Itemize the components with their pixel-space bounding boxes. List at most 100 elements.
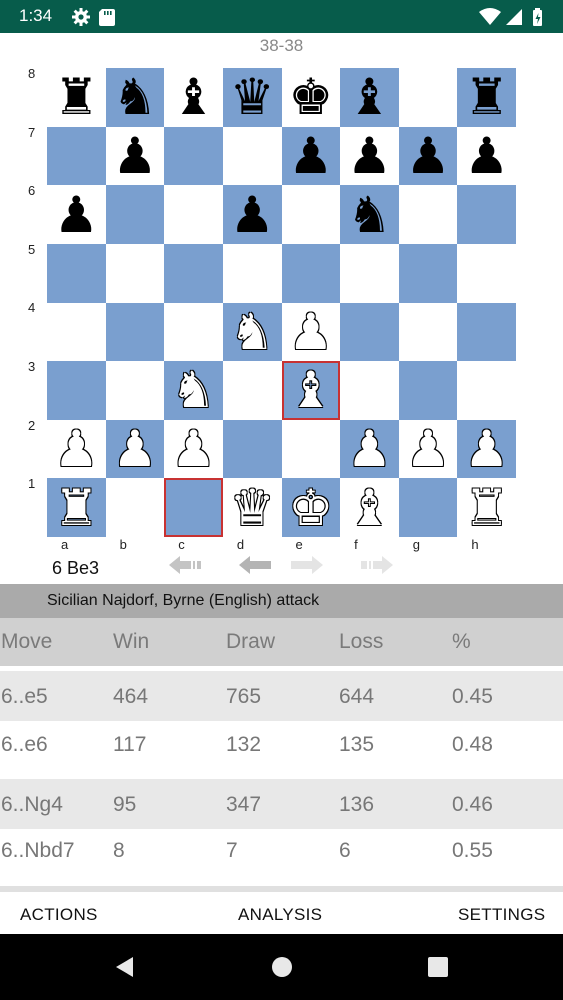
square-f2[interactable]: ♟ [340, 419, 399, 479]
white-queen-icon[interactable]: ♛ [230, 483, 275, 533]
table-row[interactable]: 6..Ng4 95 347 136 0.46 [0, 779, 563, 829]
black-bishop-icon[interactable]: ♝ [171, 72, 216, 122]
square-b1[interactable] [105, 478, 165, 537]
square-c3[interactable]: ♞ [164, 361, 223, 420]
square-e7[interactable]: ♟ [281, 126, 341, 186]
square-b2[interactable]: ♟ [105, 419, 165, 479]
black-pawn-icon[interactable]: ♟ [230, 190, 275, 240]
square-c8[interactable]: ♝ [164, 68, 223, 127]
black-pawn-icon[interactable]: ♟ [347, 131, 392, 181]
square-b6[interactable] [105, 185, 165, 244]
black-pawn-icon[interactable]: ♟ [406, 131, 451, 181]
square-a6[interactable]: ♟ [47, 185, 106, 244]
square-g3[interactable] [398, 361, 458, 420]
square-h1[interactable]: ♜ [457, 478, 516, 537]
square-d4[interactable]: ♞ [222, 302, 282, 362]
black-knight-icon[interactable]: ♞ [347, 190, 392, 240]
square-g1[interactable] [398, 478, 458, 537]
black-king-icon[interactable]: ♚ [288, 72, 333, 122]
square-a1[interactable]: ♜ [47, 478, 106, 537]
black-pawn-icon[interactable]: ♟ [113, 131, 158, 181]
square-d7[interactable] [222, 126, 282, 186]
next-move-button[interactable] [288, 552, 326, 578]
square-e6[interactable] [281, 185, 341, 244]
square-f1[interactable]: ♝ [340, 478, 399, 537]
square-e1[interactable]: ♚ [281, 478, 341, 537]
square-d5[interactable] [222, 243, 282, 303]
square-f8[interactable]: ♝ [340, 68, 399, 127]
square-h6[interactable] [457, 185, 516, 244]
analysis-button[interactable]: ANALYSIS [238, 905, 322, 925]
square-c5[interactable] [164, 243, 223, 303]
square-a4[interactable] [47, 302, 106, 362]
table-row[interactable]: 6..e5 464 765 644 0.45 [0, 671, 563, 721]
square-b5[interactable] [105, 243, 165, 303]
square-b8[interactable]: ♞ [105, 68, 165, 127]
white-pawn-icon[interactable]: ♟ [54, 424, 99, 474]
white-pawn-icon[interactable]: ♟ [347, 424, 392, 474]
square-a8[interactable]: ♜ [47, 68, 106, 127]
square-h7[interactable]: ♟ [457, 126, 516, 186]
white-pawn-icon[interactable]: ♟ [113, 424, 158, 474]
square-a2[interactable]: ♟ [47, 419, 106, 479]
black-pawn-icon[interactable]: ♟ [54, 190, 99, 240]
black-rook-icon[interactable]: ♜ [464, 72, 509, 122]
home-button[interactable] [269, 954, 295, 980]
square-c2[interactable]: ♟ [164, 419, 223, 479]
white-pawn-icon[interactable]: ♟ [288, 307, 333, 357]
table-row[interactable]: 6..Nbd7 8 7 6 0.55 [0, 829, 563, 884]
table-row[interactable]: 6..e6 117 132 135 0.48 [0, 721, 563, 779]
square-a5[interactable] [47, 243, 106, 303]
square-e8[interactable]: ♚ [281, 68, 341, 127]
black-knight-icon[interactable]: ♞ [113, 72, 158, 122]
square-g5[interactable] [398, 243, 458, 303]
white-rook-icon[interactable]: ♜ [54, 483, 99, 533]
square-b4[interactable] [105, 302, 165, 362]
recents-button[interactable] [425, 954, 451, 980]
white-king-icon[interactable]: ♚ [288, 483, 333, 533]
square-f7[interactable]: ♟ [340, 126, 399, 186]
black-rook-icon[interactable]: ♜ [54, 72, 99, 122]
square-c1[interactable] [164, 478, 223, 537]
square-h5[interactable] [457, 243, 516, 303]
black-pawn-icon[interactable]: ♟ [288, 131, 333, 181]
square-d6[interactable]: ♟ [222, 185, 282, 244]
square-c7[interactable] [164, 126, 223, 186]
square-g4[interactable] [398, 302, 458, 362]
square-g6[interactable] [398, 185, 458, 244]
square-e5[interactable] [281, 243, 341, 303]
back-button[interactable] [112, 954, 138, 980]
square-f3[interactable] [340, 361, 399, 420]
black-pawn-icon[interactable]: ♟ [464, 131, 509, 181]
square-d3[interactable] [222, 361, 282, 420]
chess-board[interactable]: ♜ ♞ ♝ ♛ ♚ ♝ ♜ ♟ ♟ ♟ ♟ ♟ ♟ ♟ ♞ ♞ ♟ ♞ ♝ ♟ ♟ ♟ ♟ ♟ ♟ ♜ ♛ ♚ ♝ ♜ [47, 68, 516, 537]
black-bishop-icon[interactable]: ♝ [347, 72, 392, 122]
square-b3[interactable] [105, 361, 165, 420]
white-knight-icon[interactable]: ♞ [171, 365, 216, 415]
last-move-button[interactable] [358, 552, 396, 578]
square-d2[interactable] [222, 419, 282, 479]
white-bishop-icon[interactable]: ♝ [347, 483, 392, 533]
square-c4[interactable] [164, 302, 223, 362]
square-a7[interactable] [47, 126, 106, 186]
white-rook-icon[interactable]: ♜ [464, 483, 509, 533]
white-pawn-icon[interactable]: ♟ [171, 424, 216, 474]
square-d1[interactable]: ♛ [222, 478, 282, 537]
white-pawn-icon[interactable]: ♟ [464, 424, 509, 474]
square-g8[interactable] [398, 68, 458, 127]
black-queen-icon[interactable]: ♛ [230, 72, 275, 122]
square-g7[interactable]: ♟ [398, 126, 458, 186]
white-bishop-icon[interactable]: ♝ [288, 365, 333, 415]
square-h4[interactable] [457, 302, 516, 362]
square-d8[interactable]: ♛ [222, 68, 282, 127]
previous-move-button[interactable] [236, 552, 274, 578]
square-g2[interactable]: ♟ [398, 419, 458, 479]
white-knight-icon[interactable]: ♞ [230, 307, 275, 357]
square-f5[interactable] [340, 243, 399, 303]
square-e3[interactable]: ♝ [281, 361, 341, 420]
square-f6[interactable]: ♞ [340, 185, 399, 244]
square-e4[interactable]: ♟ [281, 302, 341, 362]
square-e2[interactable] [281, 419, 341, 479]
square-a3[interactable] [47, 361, 106, 420]
square-f4[interactable] [340, 302, 399, 362]
